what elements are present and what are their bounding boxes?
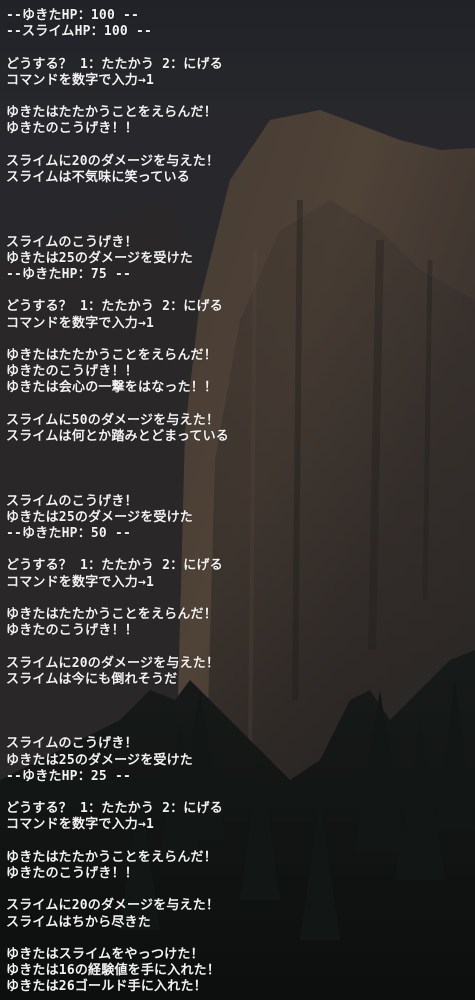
console-line: コマンドを数字で入力→1 [6,574,155,590]
console-line: スライムはちから尽きた [6,914,151,930]
console-line: コマンドを数字で入力→1 [6,72,155,88]
console-line: スライムに20のダメージを与えた！ [6,898,220,914]
console-line: ゆきたのこうげき！！ [6,623,139,639]
console-line: --ゆきたHP：25 -- [6,768,132,784]
console-line: コマンドを数字で入力→1 [6,315,155,331]
console-line: どうする？ 1：たたかう 2：にげる [6,558,223,574]
console-line: --ゆきたHP：100 -- [6,8,140,23]
console-line: --ゆきたHP：50 -- [6,526,132,541]
console-line: --スライムHP：100 -- [6,24,153,40]
console-line: ゆきたはたたかうことをえらんだ！ [6,347,217,363]
console-line: ゆきたはたたかうことをえらんだ！ [6,849,217,865]
console-line: ゆきたは16の経験値を手に入れた！ [6,963,221,979]
console-line: ゆきたはたたかうことをえらんだ！ [6,606,217,622]
console-line: スライムのこうげき！ [6,736,138,752]
console-line: スライムは今にも倒れそうだ [6,671,178,687]
console-line: ゆきたは会心の一撃をはなった！！ [6,380,218,396]
console-line: スライムに50のダメージを与えた！ [6,412,220,428]
console-line: ゆきたは26ゴールド手に入れた！ [6,979,207,995]
console-line: ゆきたはスライムをやっつけた！ [6,946,204,962]
console-line: ゆきたはたたかうことをえらんだ！ [6,105,217,121]
console-line: スライムのこうげき！ [6,493,138,509]
console-line: ゆきたは25のダメージを受けた [6,250,194,266]
console-line: ゆきたは25のダメージを受けた [6,509,194,525]
console-line: --ゆきたHP：75 -- [6,267,132,282]
console-line: スライムは何とか踏みとどまっている [6,428,229,444]
console-line: スライムに20のダメージを与えた！ [6,655,220,671]
console-line: スライムのこうげき！ [6,234,138,250]
console-line: どうする？ 1：たたかう 2：にげる [6,56,223,72]
console-line: どうする？ 1：たたかう 2：にげる [6,801,223,817]
console-line: ゆきたのこうげき！！ [6,865,139,881]
console-line: スライムは不気味に笑っている [6,169,190,185]
terminal-window: --ゆきたHP：100 -- --スライムHP：100 -- どうする？ 1：たたか… [0,0,475,1000]
console-line: ゆきたのこうげき！！ [6,364,139,380]
console-line: コマンドを数字で入力→1 [6,817,155,833]
console-output[interactable]: --ゆきたHP：100 -- --スライムHP：100 -- どうする？ 1：たたか… [6,8,469,995]
console-line: ゆきたは25のダメージを受けた [6,752,194,768]
console-line: スライムに20のダメージを与えた！ [6,153,220,169]
console-line: どうする？ 1：たたかう 2：にげる [6,299,223,315]
console-line: ゆきたのこうげき！！ [6,121,139,137]
